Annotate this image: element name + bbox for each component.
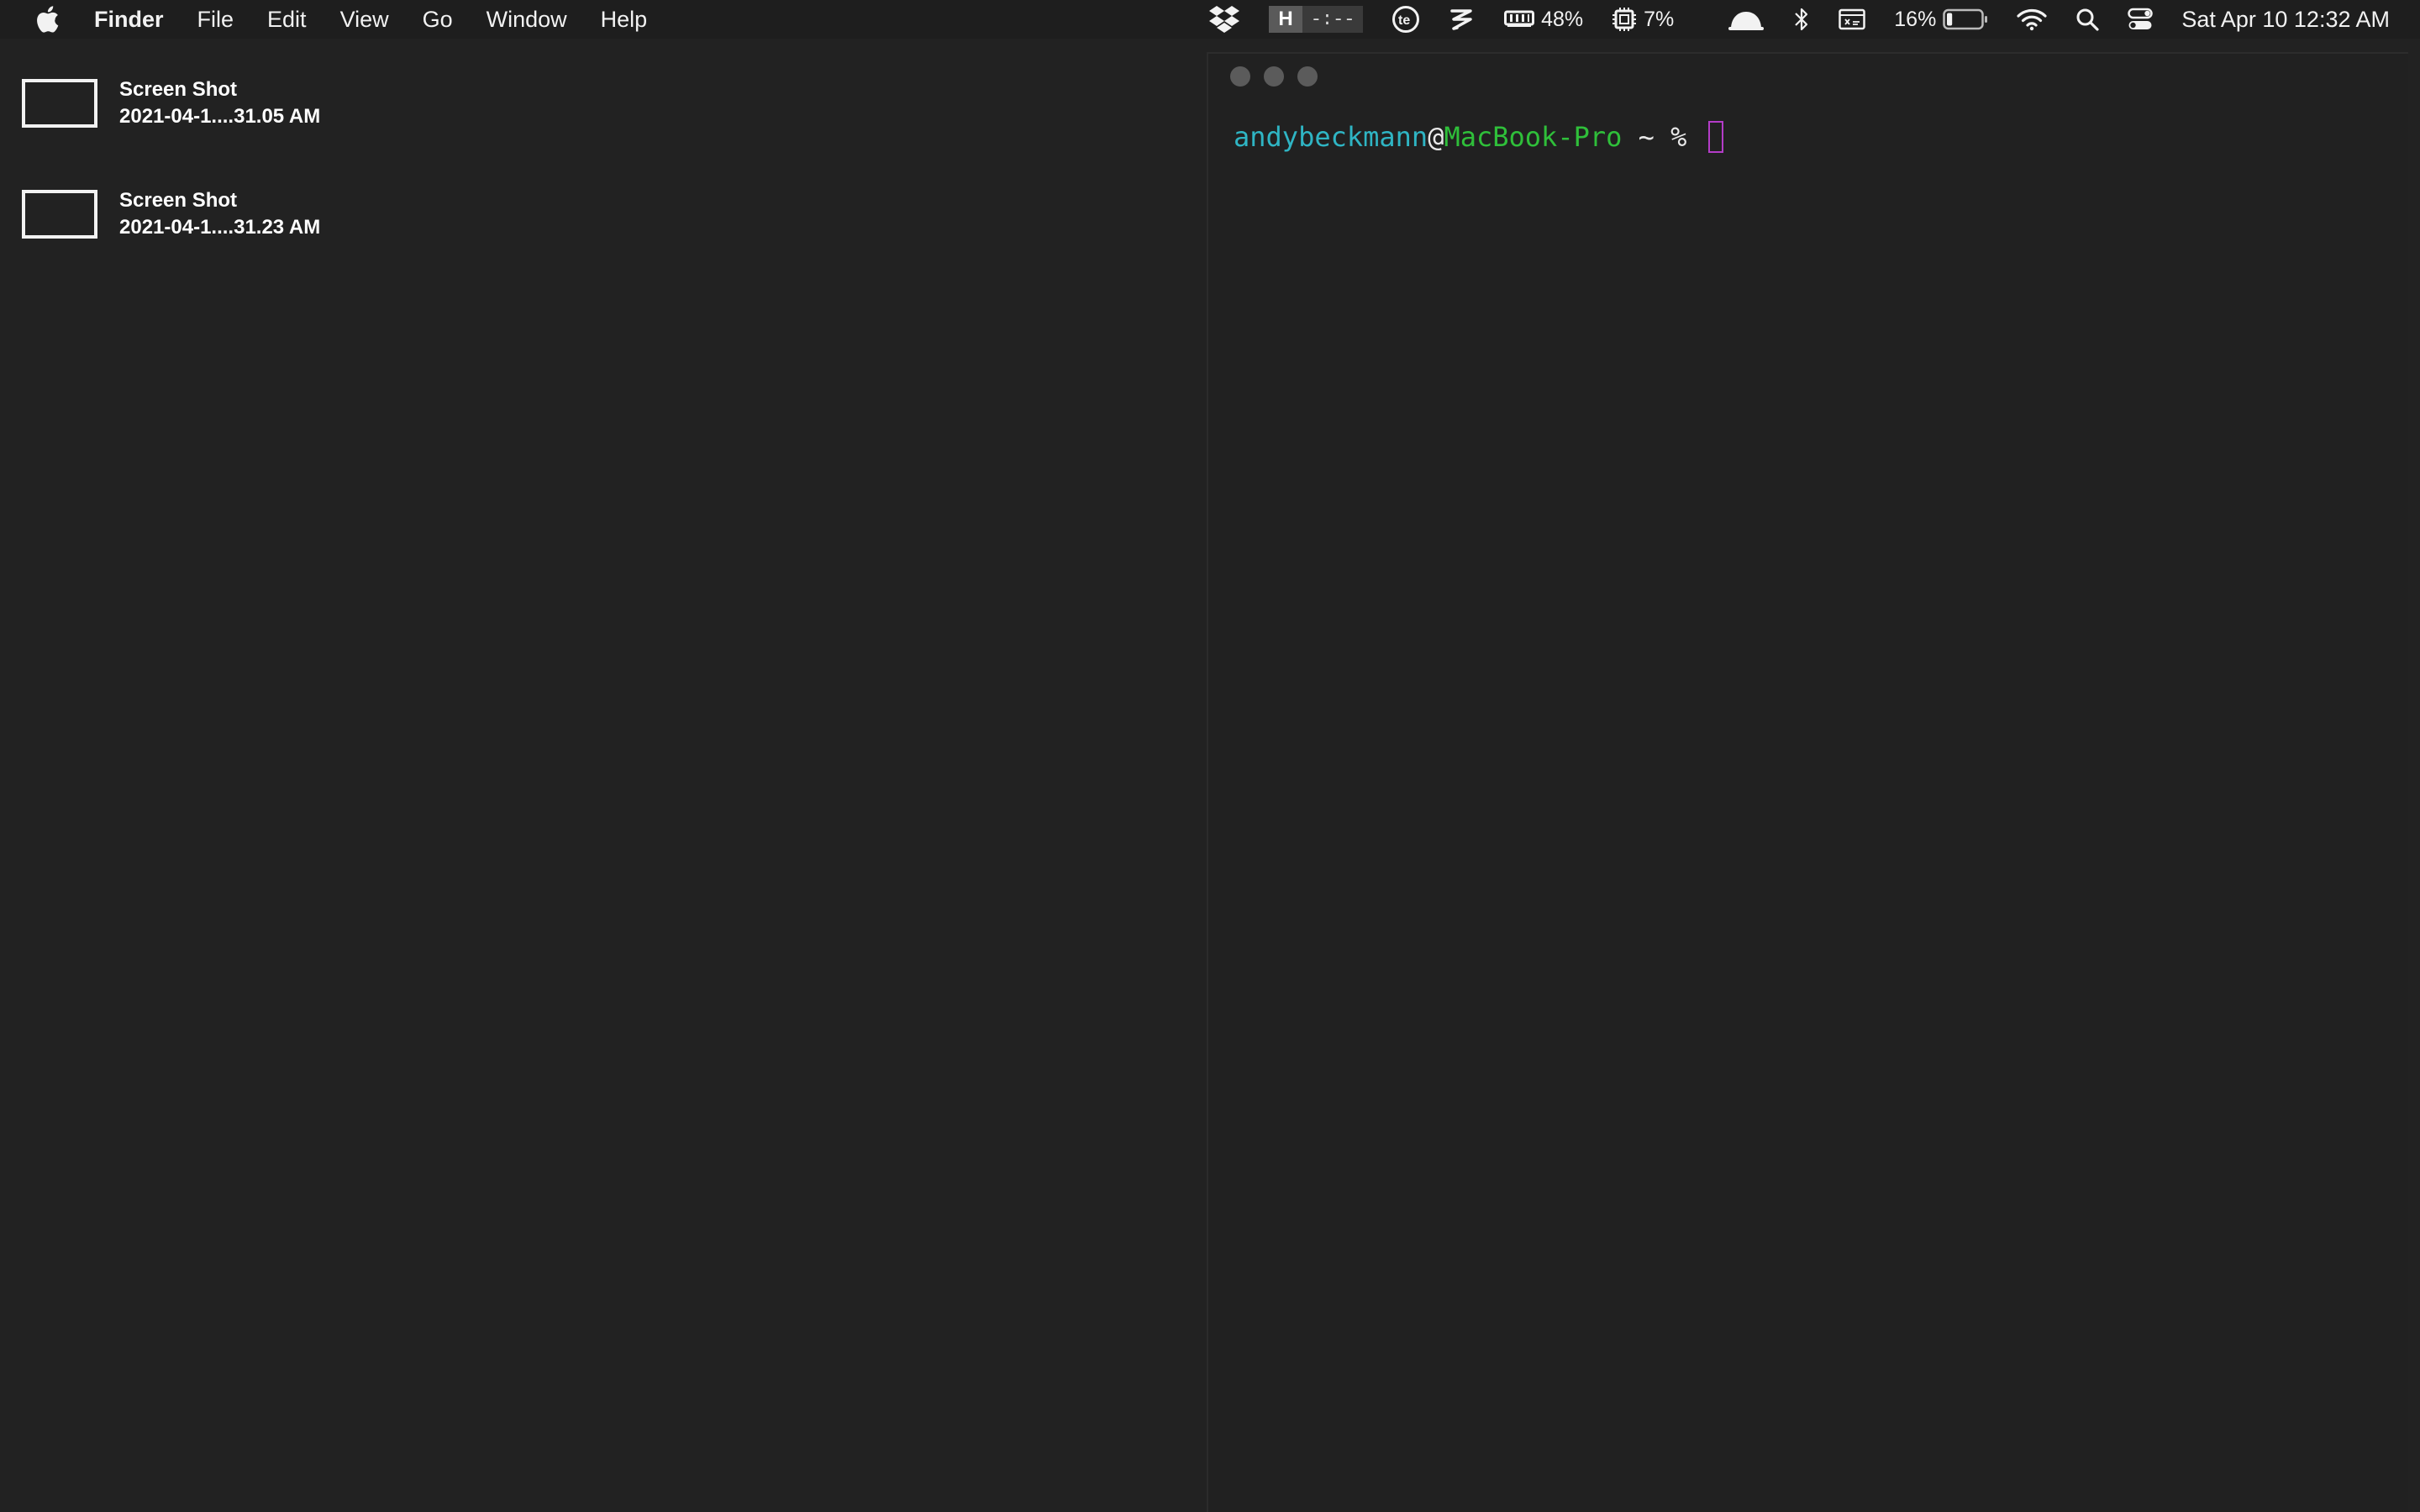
cpu-status[interactable]: 7% bbox=[1612, 7, 1674, 32]
timer-value: -:-- bbox=[1302, 6, 1364, 33]
svg-text:te: te bbox=[1398, 13, 1410, 28]
memory-status[interactable]: 48% bbox=[1504, 8, 1583, 32]
screenshot-thumbnail-icon bbox=[22, 190, 97, 239]
text-cursor bbox=[1707, 121, 1723, 153]
menu-go[interactable]: Go bbox=[423, 7, 453, 33]
timer-letter: H bbox=[1269, 6, 1303, 33]
text-expander-icon: te bbox=[1392, 6, 1420, 33]
desktop-file-date: 2021-04-1....31.05 AM bbox=[119, 105, 321, 128]
display-status[interactable] bbox=[1839, 8, 1866, 30]
memory-value: 48% bbox=[1541, 7, 1584, 31]
timer-widget[interactable]: H -:-- bbox=[1269, 6, 1364, 33]
wifi-icon bbox=[2017, 9, 2047, 31]
battery-percent: 16% bbox=[1894, 7, 1937, 31]
desktop-file-screenshot-2[interactable]: Screen Shot 2021-04-1....31.23 AM bbox=[22, 187, 320, 241]
bluetooth-icon bbox=[1795, 8, 1808, 31]
cloud-icon bbox=[1728, 12, 1765, 30]
prompt-host: MacBook-Pro bbox=[1444, 121, 1623, 153]
spotlight-status[interactable] bbox=[2075, 8, 2099, 31]
weather-status[interactable] bbox=[1728, 7, 1765, 32]
menu-bar: Finder File Edit View Go Window Help H -… bbox=[0, 0, 2420, 39]
minimize-button[interactable] bbox=[1264, 66, 1284, 87]
desktop-file-name: Screen Shot bbox=[119, 78, 238, 101]
scribble-status[interactable] bbox=[1449, 6, 1476, 33]
desktop-file-label: Screen Shot 2021-04-1....31.23 AM bbox=[119, 187, 320, 241]
text-expander-status[interactable]: te bbox=[1392, 5, 1420, 34]
desktop-file-date: 2021-04-1....31.23 AM bbox=[119, 216, 321, 239]
control-center-icon bbox=[2128, 8, 2154, 29]
prompt-user: andybeckmann bbox=[1234, 121, 1428, 153]
menu-help[interactable]: Help bbox=[601, 7, 648, 33]
wifi-status[interactable] bbox=[2017, 8, 2047, 31]
cpu-value: 7% bbox=[1644, 7, 1675, 31]
desktop-file-name: Screen Shot bbox=[119, 189, 238, 212]
bluetooth-status[interactable] bbox=[1793, 7, 1810, 32]
control-center-status[interactable] bbox=[2128, 8, 2154, 31]
desktop-file-screenshot-1[interactable]: Screen Shot 2021-04-1....31.05 AM bbox=[22, 76, 320, 130]
screenshot-thumbnail-icon bbox=[22, 79, 97, 128]
cpu-icon bbox=[1612, 8, 1637, 31]
menu-finder[interactable]: Finder bbox=[94, 7, 164, 33]
prompt-symbol: ~ % bbox=[1622, 121, 1703, 153]
window-icon bbox=[1839, 8, 1866, 30]
menu-clock[interactable]: Sat Apr 10 12:32 AM bbox=[2181, 7, 2390, 33]
menu-file[interactable]: File bbox=[197, 7, 234, 33]
close-button[interactable] bbox=[1230, 66, 1250, 87]
apple-menu-icon[interactable] bbox=[35, 5, 60, 34]
battery-status[interactable]: 16% bbox=[1894, 8, 1988, 32]
prompt-at: @ bbox=[1428, 121, 1444, 153]
terminal-prompt[interactable]: andybeckmann @ MacBook-Pro ~ % bbox=[1234, 121, 1723, 153]
menu-edit[interactable]: Edit bbox=[267, 7, 307, 33]
menu-view[interactable]: View bbox=[340, 7, 389, 33]
scribble-icon bbox=[1450, 9, 1472, 30]
dropbox-status[interactable] bbox=[1208, 5, 1240, 34]
dropbox-icon bbox=[1209, 6, 1240, 33]
window-controls bbox=[1230, 66, 1331, 87]
memory-icon bbox=[1504, 10, 1535, 27]
menu-window[interactable]: Window bbox=[487, 7, 567, 33]
battery-icon bbox=[1943, 8, 1988, 30]
terminal-window[interactable]: andybeckmann @ MacBook-Pro ~ % bbox=[1207, 52, 2408, 1512]
desktop-file-label: Screen Shot 2021-04-1....31.05 AM bbox=[119, 76, 320, 130]
search-icon bbox=[2076, 8, 2099, 31]
zoom-button[interactable] bbox=[1297, 66, 1318, 87]
